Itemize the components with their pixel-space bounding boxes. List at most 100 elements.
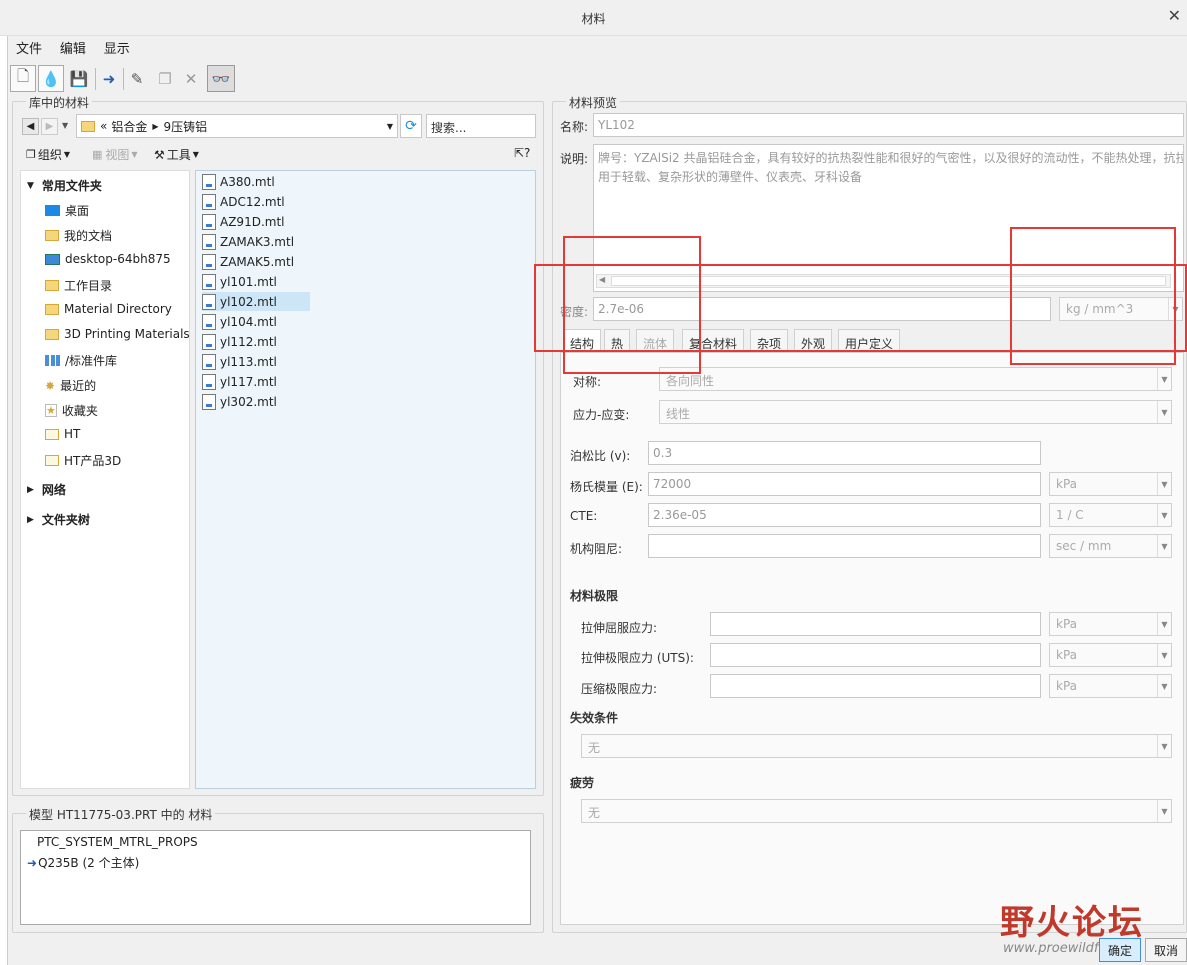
tree-favorites-header[interactable]: ▼ 常用文件夹: [27, 177, 102, 194]
copy-icon[interactable]: ❐: [152, 65, 178, 92]
delete-x-icon[interactable]: ✕: [178, 65, 204, 92]
cte-unit-value: 1 / C: [1056, 508, 1084, 522]
preview-glasses-icon[interactable]: 👓: [207, 65, 235, 92]
model-material-item-assigned[interactable]: ➜ Q235B (2 个主体): [27, 854, 139, 871]
file-item-yl117[interactable]: yl117.mtl: [202, 372, 277, 391]
stress-strain-select[interactable]: 线性 ▼: [659, 400, 1172, 424]
library-bars-icon: [45, 355, 60, 366]
file-item-yl102[interactable]: yl102.mtl: [202, 292, 310, 311]
file-item-yl104[interactable]: yl104.mtl: [202, 312, 277, 331]
density-unit-select[interactable]: kg / mm^3 ▼: [1059, 297, 1183, 321]
file-item-zamak5[interactable]: ZAMAK5.mtl: [202, 252, 294, 271]
failure-criteria-select[interactable]: 无 ▼: [581, 734, 1172, 758]
tensile-ultimate-field[interactable]: [710, 643, 1041, 667]
name-field[interactable]: YL102: [593, 113, 1184, 137]
tab-appearance[interactable]: 外观: [794, 329, 833, 353]
tree-item-ht[interactable]: HT: [45, 427, 80, 441]
file-item-yl302[interactable]: yl302.mtl: [202, 392, 277, 411]
model-material-item[interactable]: PTC_SYSTEM_MTRL_PROPS: [37, 835, 198, 849]
assign-arrow-icon[interactable]: ➜: [96, 65, 122, 92]
tree-item-recent[interactable]: ✸ 最近的: [45, 377, 96, 394]
tab-misc[interactable]: 杂项: [750, 329, 789, 353]
tab-user-defined[interactable]: 用户定义: [838, 329, 901, 353]
cte-field[interactable]: 2.36e-05: [648, 503, 1041, 527]
tree-item-3d-printing[interactable]: 3D Printing Materials: [45, 327, 190, 341]
edit-pencil-icon[interactable]: ✎: [124, 65, 150, 92]
ok-button[interactable]: 确定: [1099, 938, 1141, 962]
help-cursor-icon[interactable]: ⇱?: [514, 146, 530, 160]
save-icon[interactable]: 💾: [66, 65, 92, 92]
forward-arrow-icon[interactable]: ▶: [41, 118, 58, 135]
tree-item-material-directory[interactable]: Material Directory: [45, 302, 172, 316]
failure-criteria-header: 失效条件: [570, 711, 619, 725]
menu-edit[interactable]: 编辑: [60, 38, 86, 57]
poisson-field[interactable]: 0.3: [648, 441, 1041, 465]
search-input[interactable]: 搜索...: [426, 114, 536, 138]
tensile-yield-field[interactable]: [710, 612, 1041, 636]
tab-fluid[interactable]: 流体: [636, 329, 675, 353]
history-chevron-icon[interactable]: ▼: [62, 121, 68, 130]
horizontal-scrollbar[interactable]: ◀: [596, 274, 1171, 288]
breadcrumb-segment-1[interactable]: 铝合金: [111, 118, 147, 135]
tree-network[interactable]: ▶ 网络: [27, 481, 66, 498]
file-item-yl113[interactable]: yl113.mtl: [202, 352, 277, 371]
tree-item-documents[interactable]: 我的文档: [45, 227, 112, 244]
cte-unit-select[interactable]: 1 / C ▼: [1049, 503, 1172, 527]
menu-file[interactable]: 文件: [16, 38, 42, 57]
menu-view[interactable]: 显示: [104, 38, 130, 57]
tab-structure[interactable]: 结构: [563, 329, 602, 353]
description-textarea[interactable]: 牌号：YZAlSi2 共晶铝硅合金，具有较好的抗热裂性能和很好的气密性，以及很好…: [593, 144, 1184, 292]
refresh-icon[interactable]: ⟳: [400, 114, 422, 138]
file-name: yl112.mtl: [220, 334, 277, 349]
tree-item-desktop[interactable]: 桌面: [45, 202, 89, 219]
mtl-file-icon: [202, 273, 216, 290]
young-unit-select[interactable]: kPa ▼: [1049, 472, 1172, 496]
close-icon[interactable]: ✕: [1168, 6, 1181, 25]
organize-button[interactable]: ❐ 组织 ▼: [26, 146, 70, 163]
fatigue-header: 疲劳: [570, 776, 595, 790]
damping-field[interactable]: [648, 534, 1041, 558]
tree-folder-tree[interactable]: ▶ 文件夹树: [27, 511, 90, 528]
new-material-icon[interactable]: 🗋: [10, 65, 36, 92]
compressive-limit-field[interactable]: [710, 674, 1041, 698]
tree-item-label: desktop-64bh875: [65, 252, 171, 266]
chevron-down-icon: ▼: [131, 150, 138, 159]
tensile-ultimate-unit-select[interactable]: kPa ▼: [1049, 643, 1172, 667]
file-item-yl101[interactable]: yl101.mtl: [202, 272, 277, 291]
new-fluid-icon[interactable]: 💧: [38, 65, 64, 92]
breadcrumb-segment-2[interactable]: 9压铸铝: [164, 118, 208, 135]
tree-item-label: Material Directory: [64, 302, 172, 316]
density-field[interactable]: 2.7e-06: [593, 297, 1051, 321]
tree-item-working-dir[interactable]: 工作目录: [45, 277, 112, 294]
file-item-zamak3[interactable]: ZAMAK3.mtl: [202, 232, 294, 251]
file-item-adc12[interactable]: ADC12.mtl: [202, 192, 285, 211]
tree-item-computer[interactable]: desktop-64bh875: [45, 252, 171, 266]
tab-composite[interactable]: 复合材料: [682, 329, 745, 353]
symmetry-select[interactable]: 各向同性 ▼: [659, 367, 1172, 391]
path-breadcrumb[interactable]: « 铝合金 ▶ 9压铸铝 ▼: [76, 114, 398, 138]
recent-icon: ✸: [45, 378, 56, 393]
tree-item-favorites[interactable]: ★ 收藏夹: [45, 402, 98, 419]
tensile-yield-unit-select[interactable]: kPa ▼: [1049, 612, 1172, 636]
fatigue-select[interactable]: 无 ▼: [581, 799, 1172, 823]
stress-strain-label: 应力-应变:: [573, 408, 630, 422]
breadcrumb-dropdown-icon[interactable]: ▼: [387, 122, 393, 131]
file-item-a380[interactable]: A380.mtl: [202, 172, 275, 191]
tree-item-ht-3d[interactable]: HT产品3D: [45, 452, 121, 469]
scroll-left-icon[interactable]: ◀: [599, 275, 605, 284]
scrollbar-thumb[interactable]: [611, 276, 1166, 286]
back-arrow-icon[interactable]: ◀: [22, 118, 39, 135]
chevron-down-icon: ▼: [1157, 504, 1171, 526]
cancel-button[interactable]: 取消: [1145, 938, 1187, 962]
compressive-unit-select[interactable]: kPa ▼: [1049, 674, 1172, 698]
file-name: AZ91D.mtl: [220, 214, 285, 229]
file-item-az91d[interactable]: AZ91D.mtl: [202, 212, 284, 231]
damping-unit-select[interactable]: sec / mm ▼: [1049, 534, 1172, 558]
tools-button[interactable]: ⚒ 工具 ▼: [154, 146, 199, 163]
damping-unit-value: sec / mm: [1056, 539, 1112, 553]
tree-item-standard-library[interactable]: /标准件库: [45, 352, 117, 369]
tab-thermal[interactable]: 热: [604, 329, 631, 353]
view-button[interactable]: ▦ 视图 ▼: [92, 146, 138, 163]
young-modulus-field[interactable]: 72000: [648, 472, 1041, 496]
file-item-yl112[interactable]: yl112.mtl: [202, 332, 277, 351]
